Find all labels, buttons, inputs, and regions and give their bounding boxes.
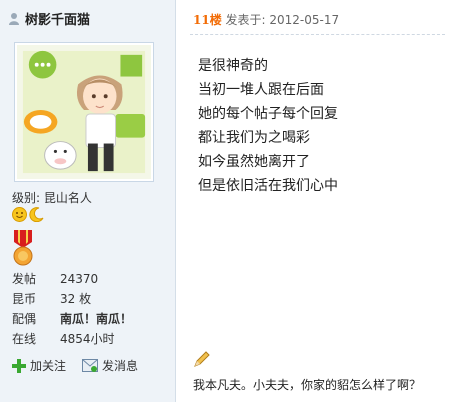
stat-value: 南瓜！南瓜！ [60, 312, 133, 326]
post-content: 是很神奇的 当初一堆人跟在后面 她的每个帖子每个回复 都让我们为之喝彩 如今虽然… [198, 54, 338, 198]
follow-label: 加关注 [30, 359, 67, 373]
avatar-image [17, 45, 151, 179]
author-header: 树影千面猫 [8, 9, 90, 28]
level-icons [12, 207, 44, 222]
stat-value: 24370 [60, 272, 99, 286]
content-line: 当初一堆人跟在后面 [198, 82, 324, 98]
stat-label: 在线 [12, 332, 37, 346]
plus-icon [12, 358, 26, 373]
stat-spouse: 配偶 南瓜！南瓜！ [12, 309, 132, 329]
stat-value: 4854小时 [60, 332, 115, 346]
post-date: 发表于: 2012-05-17 [221, 13, 340, 27]
author-actions: 加关注 发消息 [12, 357, 138, 374]
author-name[interactable]: 树影千面猫 [25, 9, 90, 28]
message-button[interactable]: 发消息 [82, 357, 138, 374]
content-line: 但是依旧活在我们心中 [198, 178, 338, 194]
author-sidebar: 树影千面猫 级别: 昆山名人 发帖 24370 昆币 32 枚 配偶 南瓜！南瓜… [0, 0, 176, 402]
message-label: 发消息 [102, 359, 139, 373]
mail-icon [82, 359, 99, 372]
author-stats: 发帖 24370 昆币 32 枚 配偶 南瓜！南瓜！ 在线 4854小时 [12, 269, 132, 349]
user-icon [9, 13, 19, 25]
post-meta: 11楼 发表于: 2012-05-17 [193, 11, 339, 28]
moon-icon [29, 207, 44, 222]
floor-number[interactable]: 11楼 [193, 13, 222, 27]
stat-label: 发帖 [12, 272, 37, 286]
stat-value: 32 枚 [60, 292, 92, 306]
avatar[interactable] [14, 42, 154, 182]
stat-coins: 昆币 32 枚 [12, 289, 132, 309]
stat-label: 昆币 [12, 292, 37, 306]
stat-posts: 发帖 24370 [12, 269, 132, 289]
pencil-icon [194, 351, 210, 367]
forum-post: 树影千面猫 级别: 昆山名人 发帖 24370 昆币 32 枚 配偶 南瓜！南瓜… [0, 0, 451, 402]
content-line: 如今虽然她离开了 [198, 154, 310, 170]
medal-icon [13, 230, 33, 266]
smile-icon [12, 207, 27, 222]
stat-label: 配偶 [12, 312, 37, 326]
content-line: 她的每个帖子每个回复 [198, 106, 338, 122]
post-divider [190, 34, 445, 35]
signature: 我本凡夫。小夫夫，你家的貂怎么样了啊？ [193, 378, 422, 392]
content-line: 是很神奇的 [198, 58, 268, 74]
stat-online: 在线 4854小时 [12, 329, 132, 349]
follow-button[interactable]: 加关注 [12, 357, 66, 374]
rank-label: 级别: 昆山名人 [12, 191, 92, 205]
content-line: 都让我们为之喝彩 [198, 130, 310, 146]
